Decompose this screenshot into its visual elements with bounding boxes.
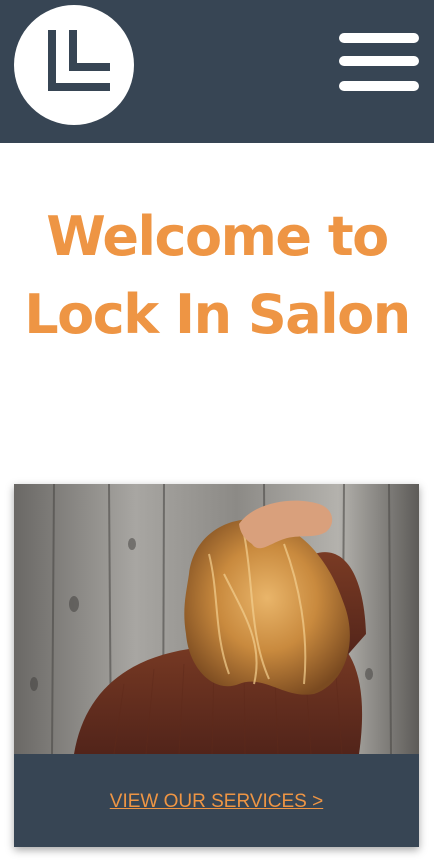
view-services-link[interactable]: VIEW OUR SERVICES > xyxy=(14,791,419,813)
lock-in-salon-logo-icon xyxy=(48,30,110,91)
page-title: Welcome to Lock In Salon xyxy=(24,205,411,346)
logo[interactable] xyxy=(14,5,134,125)
menu-bar-bottom xyxy=(339,81,419,91)
view-services-bar: VIEW OUR SERVICES > xyxy=(14,756,419,847)
site-header xyxy=(0,0,434,143)
menu-bar-top xyxy=(339,33,419,43)
services-card: VIEW OUR SERVICES > xyxy=(14,484,419,847)
hamburger-menu-icon[interactable] xyxy=(336,30,422,94)
woman-with-highlighted-hair-photo xyxy=(14,484,419,754)
menu-bar-middle xyxy=(339,56,419,66)
